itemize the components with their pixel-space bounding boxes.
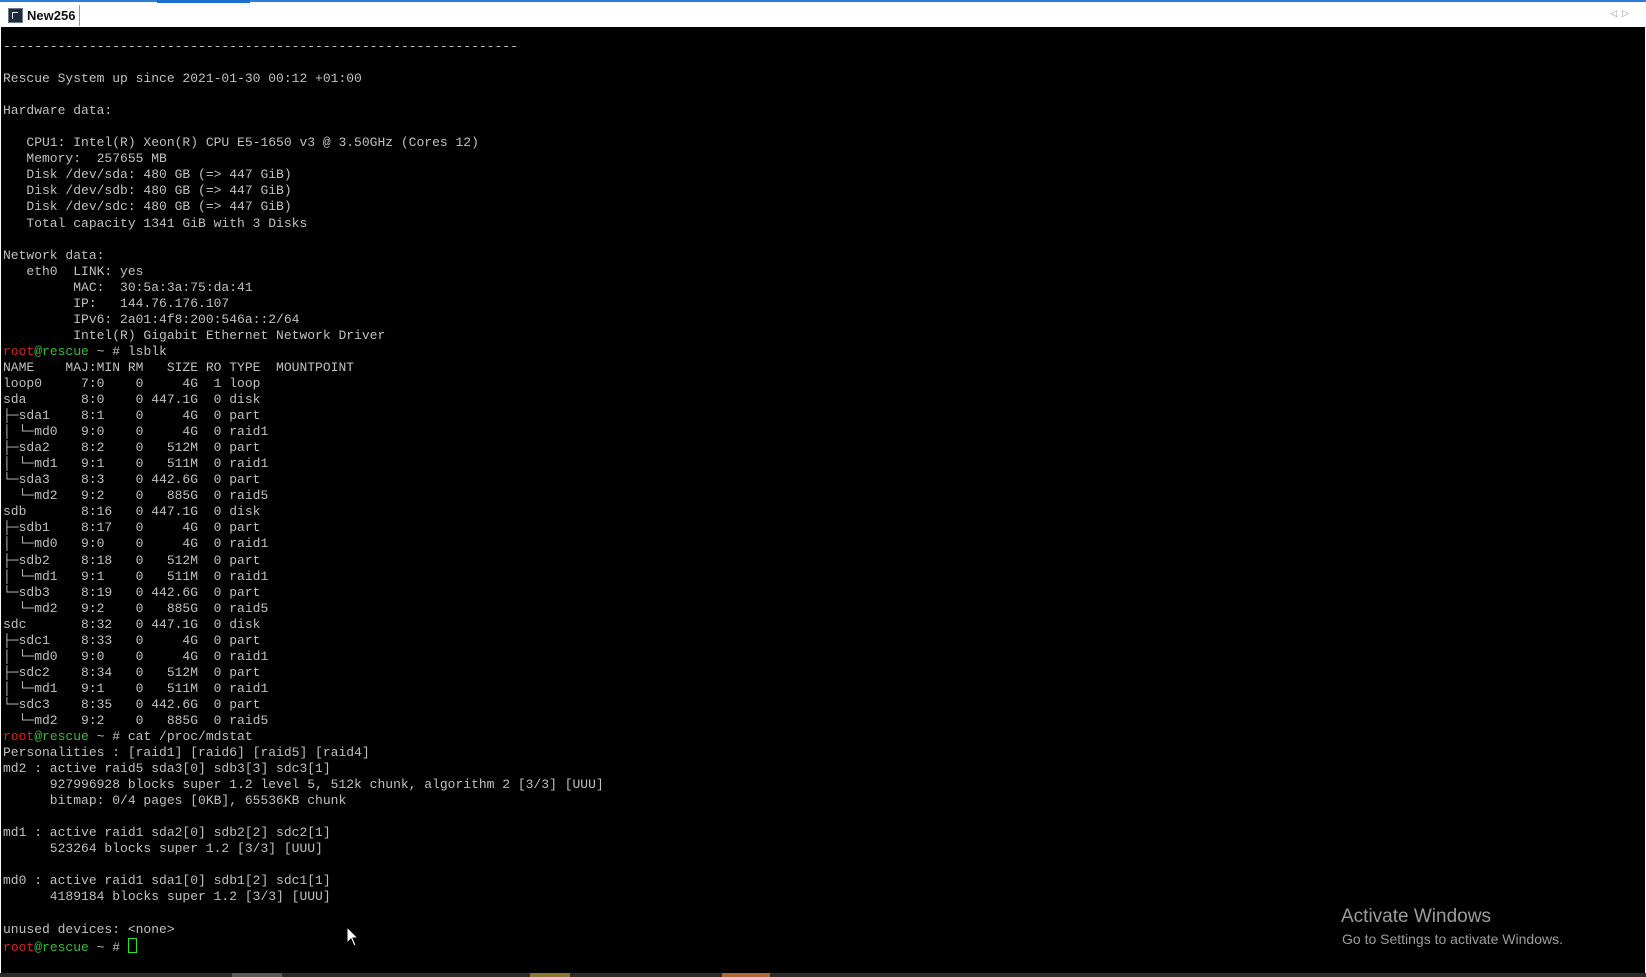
prompt-user: root: [3, 729, 35, 745]
session-tab-label: New256: [27, 8, 76, 23]
mdstat-output: Personalities : [raid1] [raid6] [raid5] …: [3, 745, 604, 937]
terminal-icon: [8, 8, 23, 23]
session-tab[interactable]: New256: [6, 5, 81, 26]
taskbar-item[interactable]: [232, 973, 282, 977]
prompt-line-mdstat: root@rescue ~ # cat /proc/mdstat: [3, 729, 253, 744]
watermark-title: Activate Windows: [1341, 906, 1491, 927]
command-cat-mdstat: cat /proc/mdstat: [127, 729, 253, 745]
prompt-host: @rescue: [34, 939, 89, 955]
text-cursor: [127, 937, 137, 953]
taskbar-item[interactable]: [722, 973, 770, 977]
prompt-symbol: ~ #: [88, 939, 128, 955]
prompt-host: @rescue: [34, 729, 89, 745]
tab-bar-accent: [157, 0, 250, 3]
taskbar-item[interactable]: [530, 973, 570, 977]
boot-info-output: ----------------------------------------…: [3, 39, 518, 343]
tab-scroll-controls: ◁▷: [1610, 9, 1634, 19]
prompt-symbol: ~ #: [88, 343, 128, 359]
window-tab-bar: New256 ◁▷: [0, 0, 1646, 27]
command-lsblk: lsblk: [127, 343, 167, 359]
prompt-user: root: [3, 939, 35, 955]
terminal-output: ----------------------------------------…: [3, 39, 604, 956]
prompt-symbol: ~ #: [88, 729, 128, 745]
prompt-line-lsblk: root@rescue ~ # lsblk: [3, 344, 167, 359]
watermark-subtitle: Go to Settings to activate Windows.: [1342, 931, 1563, 947]
terminal-console[interactable]: ----------------------------------------…: [1, 27, 1645, 973]
prompt-line-current: root@rescue ~ #: [3, 937, 137, 955]
activate-windows-watermark: Activate Windows Go to Settings to activ…: [1341, 905, 1563, 949]
prompt-host: @rescue: [34, 343, 89, 359]
taskbar-strip: [0, 973, 1646, 977]
tab-scroll-left-icon[interactable]: ◁: [1610, 9, 1622, 19]
lsblk-output: NAME MAJ:MIN RM SIZE RO TYPE MOUNTPOINT …: [3, 359, 355, 728]
prompt-user: root: [3, 343, 35, 359]
tab-scroll-right-icon[interactable]: ▷: [1622, 9, 1634, 19]
